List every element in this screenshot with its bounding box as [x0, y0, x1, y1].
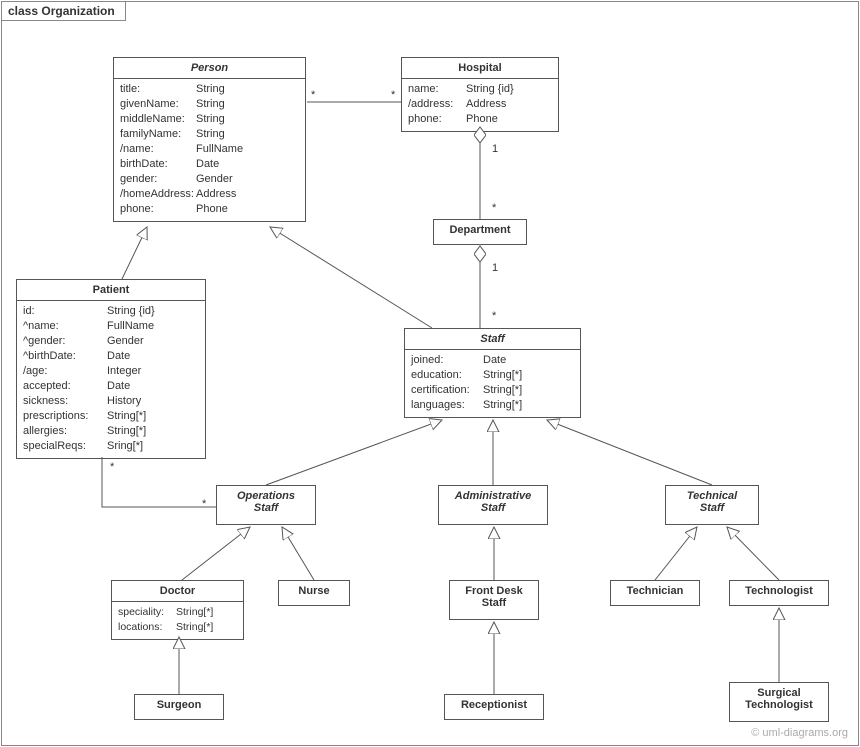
- class-doctor: Doctor speciality:String[*] locations:St…: [111, 580, 244, 640]
- class-person: Person title:String givenName:String mid…: [113, 57, 306, 222]
- mult: *: [202, 498, 206, 510]
- class-technologist: Technologist: [729, 580, 829, 606]
- frame-label: class Organization: [1, 1, 126, 21]
- class-title: Department: [434, 220, 526, 240]
- class-title: Patient: [17, 280, 205, 301]
- class-title: Administrative Staff: [439, 486, 547, 518]
- class-receptionist: Receptionist: [444, 694, 544, 720]
- class-surgeon: Surgeon: [134, 694, 224, 720]
- class-title: Front Desk Staff: [450, 581, 538, 613]
- mult: *: [492, 202, 496, 214]
- class-title: Technologist: [730, 581, 828, 601]
- class-title: Nurse: [279, 581, 349, 601]
- class-patient: Patient id:String {id} ^name:FullName ^g…: [16, 279, 206, 459]
- class-surgical-technologist: Surgical Technologist: [729, 682, 829, 722]
- class-staff: Staff joined:Date education:String[*] ce…: [404, 328, 581, 418]
- class-department: Department: [433, 219, 527, 245]
- mult: *: [391, 89, 395, 101]
- class-title: Hospital: [402, 58, 558, 79]
- class-tech-staff: Technical Staff: [665, 485, 759, 525]
- mult: *: [311, 89, 315, 101]
- class-admin-staff: Administrative Staff: [438, 485, 548, 525]
- mult: 1: [492, 262, 498, 274]
- watermark: © uml-diagrams.org: [751, 727, 848, 739]
- class-nurse: Nurse: [278, 580, 350, 606]
- class-hospital: Hospital name:String {id} /address:Addre…: [401, 57, 559, 132]
- class-title: Technical Staff: [666, 486, 758, 518]
- class-title: Surgeon: [135, 695, 223, 715]
- class-title: Operations Staff: [217, 486, 315, 518]
- class-title: Technician: [611, 581, 699, 601]
- mult: 1: [492, 143, 498, 155]
- class-attrs: title:String givenName:String middleName…: [114, 79, 305, 221]
- class-attrs: joined:Date education:String[*] certific…: [405, 350, 580, 417]
- class-title: Surgical Technologist: [730, 683, 828, 715]
- class-attrs: speciality:String[*] locations:String[*]: [112, 602, 243, 639]
- mult: *: [110, 461, 114, 473]
- class-attrs: name:String {id} /address:Address phone:…: [402, 79, 558, 131]
- class-technician: Technician: [610, 580, 700, 606]
- mult: *: [492, 310, 496, 322]
- class-frontdesk-staff: Front Desk Staff: [449, 580, 539, 620]
- class-title: Receptionist: [445, 695, 543, 715]
- class-attrs: id:String {id} ^name:FullName ^gender:Ge…: [17, 301, 205, 458]
- uml-frame: class Organization Person title:String g…: [1, 1, 859, 746]
- class-title: Staff: [405, 329, 580, 350]
- class-title: Person: [114, 58, 305, 79]
- class-ops-staff: Operations Staff: [216, 485, 316, 525]
- class-title: Doctor: [112, 581, 243, 602]
